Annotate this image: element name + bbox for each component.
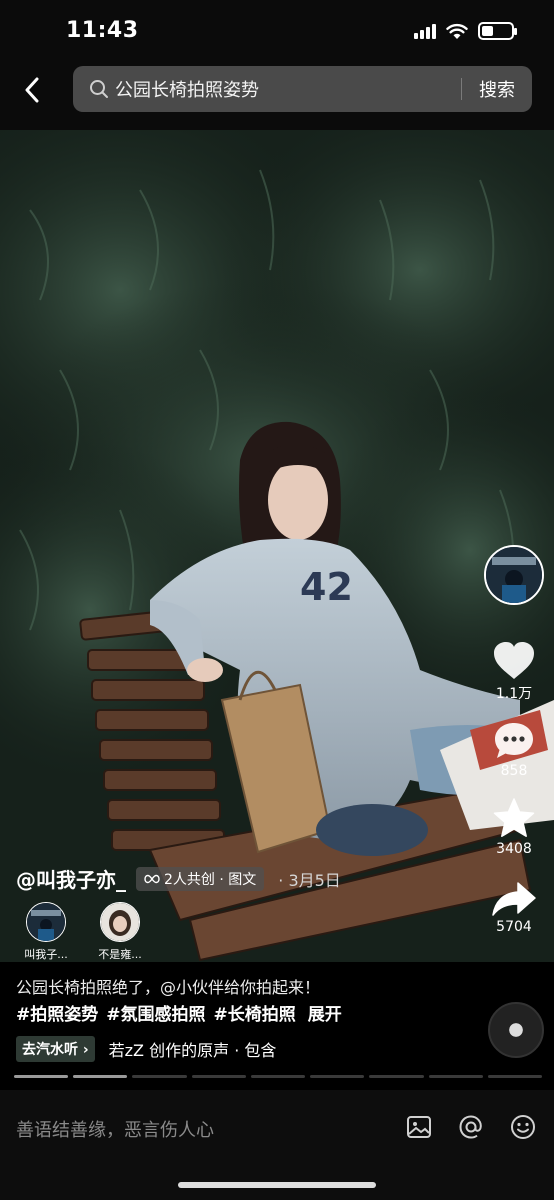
action-column: 1.1万 858 3408 5704 — [482, 545, 546, 935]
battery-level — [482, 26, 493, 36]
hashtag-link[interactable]: #拍照姿势 — [16, 1000, 98, 1025]
progress-segment — [73, 1075, 128, 1078]
co-creator-avatar — [26, 902, 66, 942]
post-date: · 3月5日 — [278, 870, 341, 890]
author-line: @叫我子亦_ 2人共创 · 图文 · 3月5日 — [16, 864, 341, 893]
music-line: 去汽水听 › 若zZ 创作的原声 · 包含 — [16, 1036, 276, 1062]
back-button[interactable] — [16, 72, 48, 108]
hashtag-link[interactable]: #长椅拍照 — [214, 1000, 296, 1025]
comment-count: 858 — [500, 763, 528, 779]
chevron-left-icon — [25, 77, 39, 103]
search-button[interactable]: 搜索 — [462, 76, 532, 102]
svg-text:42: 42 — [300, 565, 353, 609]
at-icon[interactable] — [458, 1114, 484, 1140]
image-progress — [14, 1075, 542, 1078]
progress-segment — [132, 1075, 187, 1078]
infinity-icon — [144, 874, 160, 883]
progress-segment — [14, 1075, 69, 1078]
progress-segment — [310, 1075, 365, 1078]
share-action[interactable]: 5704 — [491, 881, 537, 935]
music-title[interactable]: 若zZ 创作的原声 · 包含 — [109, 1037, 277, 1061]
home-indicator — [178, 1182, 376, 1188]
comment-tools — [406, 1114, 536, 1140]
search-query: 公园长椅拍照姿势 — [115, 80, 259, 101]
comment-bubble-icon — [495, 723, 533, 758]
collab-badge-label: 2人共创 · 图文 — [164, 871, 257, 888]
photo-illustration: 42 — [0, 130, 554, 962]
co-creator-avatar — [100, 902, 140, 942]
hashtag-link[interactable]: #氛围感拍照 — [106, 1000, 205, 1025]
cellular-signal-icon — [414, 23, 436, 39]
author-avatar-image — [486, 547, 542, 603]
share-count: 5704 — [496, 919, 532, 935]
post-caption: 公园长椅拍照绝了，@小伙伴给你拍起来！ — [16, 978, 321, 997]
comment-bar: 善语结善缘，恶言伤人心 — [0, 1090, 554, 1200]
wifi-icon — [446, 23, 468, 39]
co-creator-name: 不是雍... — [98, 948, 142, 961]
battery-icon — [478, 22, 517, 40]
progress-segment — [487, 1075, 542, 1078]
music-disc-icon[interactable] — [488, 1002, 544, 1058]
like-count: 1.1万 — [495, 686, 533, 702]
co-creator-name: 叫我子... — [24, 948, 68, 961]
favorite-count: 3408 — [496, 841, 532, 857]
status-bar: 11:43 — [0, 0, 554, 64]
emoji-icon[interactable] — [510, 1114, 536, 1140]
like-action[interactable]: 1.1万 — [492, 641, 536, 703]
co-creator-2[interactable]: 不是雍... — [90, 902, 150, 962]
image-icon[interactable] — [406, 1114, 432, 1140]
status-icons — [414, 22, 517, 40]
progress-segment — [369, 1075, 424, 1078]
search-input[interactable]: 公园长椅拍照姿势 搜索 — [73, 66, 532, 112]
co-creators: 叫我子... 不是雍... — [16, 902, 150, 962]
collab-badge[interactable]: 2人共创 · 图文 — [136, 866, 265, 891]
author-avatar[interactable] — [484, 545, 544, 605]
comment-action[interactable]: 858 — [493, 721, 535, 779]
caption-area: 公园长椅拍照绝了，@小伙伴给你拍起来！ #拍照姿势 #氛围感拍照 #长椅拍照 展… — [0, 962, 554, 1072]
favorite-action[interactable]: 3408 — [492, 797, 536, 857]
author-name[interactable]: @叫我子亦_ — [16, 864, 126, 893]
listen-chip-label: 去汽水听 — [22, 1042, 78, 1058]
progress-segment — [428, 1075, 483, 1078]
co-creator-1[interactable]: 叫我子... — [16, 902, 76, 962]
share-arrow-icon — [492, 882, 536, 916]
search-icon — [90, 80, 108, 98]
progress-segment — [250, 1075, 306, 1078]
heart-icon — [494, 642, 534, 679]
star-icon — [493, 798, 535, 837]
status-time: 11:43 — [66, 18, 139, 43]
hashtag-row: #拍照姿势 #氛围感拍照 #长椅拍照 展开 — [16, 1000, 342, 1025]
comment-input[interactable]: 善语结善缘，恶言伤人心 — [16, 1116, 214, 1142]
chevron-right-icon: › — [82, 1042, 89, 1058]
expand-button[interactable]: 展开 — [308, 1000, 342, 1025]
progress-segment — [191, 1075, 246, 1078]
post-photo[interactable]: 42 — [0, 130, 554, 962]
search-header: 公园长椅拍照姿势 搜索 — [0, 64, 554, 130]
listen-in-qishui-button[interactable]: 去汽水听 › — [16, 1036, 95, 1062]
